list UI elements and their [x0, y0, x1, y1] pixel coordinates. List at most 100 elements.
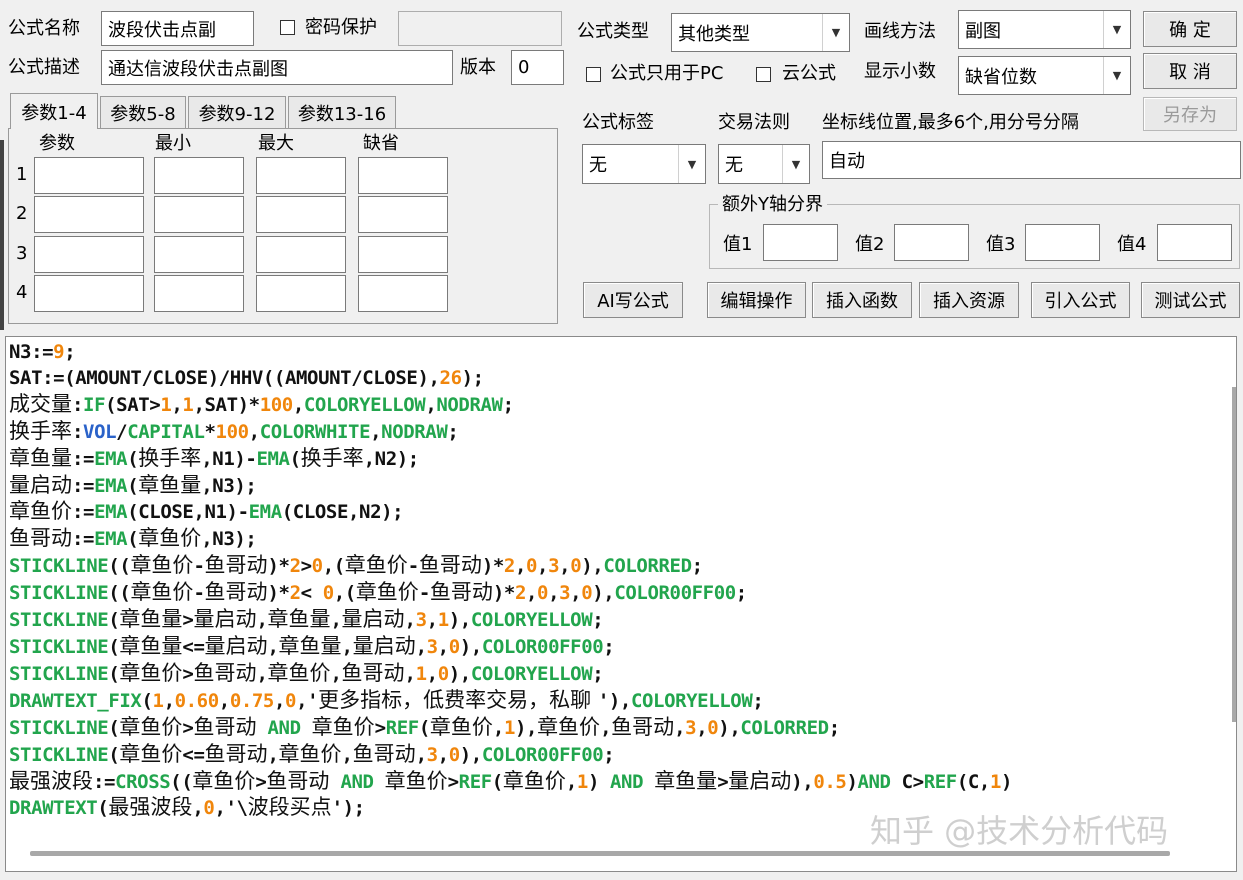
param-name-input[interactable]	[34, 236, 144, 273]
y-value-4-input[interactable]	[1157, 224, 1232, 261]
code-token: 波段买点	[247, 795, 332, 820]
cloud-label: 云公式	[782, 63, 836, 84]
code-token: 1	[152, 689, 164, 712]
code-token: 章鱼价	[502, 768, 566, 793]
code-token: 章鱼价	[130, 553, 194, 578]
password-input[interactable]	[398, 11, 562, 46]
code-token: 章鱼价	[311, 714, 375, 739]
code-token: ,	[514, 555, 526, 578]
vertical-scrollbar[interactable]	[1232, 387, 1236, 722]
code-token: 更多指标，低费率交易，私聊	[318, 687, 598, 712]
code-token: 0	[537, 582, 549, 605]
tab-params-1-4[interactable]: 参数1-4	[10, 93, 98, 129]
code-line: 章鱼价:=EMA(CLOSE,N1)-EMA(CLOSE,N2);	[9, 499, 1012, 526]
param-default-input[interactable]	[358, 236, 448, 273]
code-token: 2	[289, 582, 301, 605]
code-line: 量启动:=EMA(章鱼量,N3);	[9, 473, 1012, 500]
formula-type-select[interactable]: 其他类型 ▼	[671, 13, 850, 52]
insert-resource-button[interactable]: 插入资源	[919, 282, 1019, 318]
param-max-input[interactable]	[256, 236, 346, 273]
y-value-1-input[interactable]	[763, 224, 838, 261]
decimal-select[interactable]: 缺省位数 ▼	[958, 56, 1131, 95]
code-token: STICKLINE	[9, 743, 109, 766]
param-min-input[interactable]	[154, 236, 244, 273]
y-value-2-input[interactable]	[894, 224, 969, 261]
draw-method-label: 画线方法	[864, 21, 936, 42]
param-max-input[interactable]	[256, 275, 346, 312]
code-token: EMA	[94, 501, 128, 524]
code-token: ),	[718, 716, 741, 739]
code-token: :=	[72, 528, 95, 551]
rule-select[interactable]: 无 ▼	[718, 144, 810, 184]
code-token: 0	[707, 716, 719, 739]
code-token: 鱼哥动	[341, 660, 405, 685]
code-line: 鱼哥动:=EMA(章鱼价,N3);	[9, 526, 1012, 553]
tab-params-13-16[interactable]: 参数13-16	[288, 96, 396, 128]
code-token: ,	[370, 420, 382, 443]
code-token: ,(	[322, 555, 345, 578]
y-value-3-input[interactable]	[1025, 224, 1100, 261]
cloud-checkbox[interactable]	[756, 67, 771, 82]
test-formula-button[interactable]: 测试公式	[1141, 282, 1240, 318]
formula-name-input[interactable]: 波段伏击点副	[101, 11, 254, 46]
code-token: 鱼哥动	[9, 526, 72, 551]
version-input[interactable]: 0	[511, 50, 564, 85]
code-token: 成交量	[9, 391, 72, 416]
code-token: EMA	[94, 474, 128, 497]
param-name-input[interactable]	[34, 275, 144, 312]
code-token: ,	[415, 743, 427, 766]
formula-desc-input[interactable]: 通达信波段伏击点副图	[101, 50, 453, 85]
code-line: DRAWTEXT_FIX(1,0.60,0.75,0,'更多指标，低费率交易，私…	[9, 688, 1012, 715]
code-token: COLORYELLOW	[303, 393, 426, 416]
code-token: ,	[341, 743, 353, 766]
code-token: /	[116, 420, 128, 443]
code-token: ,N3);	[201, 528, 257, 551]
import-formula-button[interactable]: 引入公式	[1031, 282, 1130, 318]
code-token: :	[72, 420, 84, 443]
edit-operation-button[interactable]: 编辑操作	[707, 282, 806, 318]
code-line: SAT:=(AMOUNT/CLOSE)/HHV((AMOUNT/CLOSE),2…	[9, 366, 1012, 392]
code-token: 0	[203, 797, 215, 820]
draw-method-select[interactable]: 副图 ▼	[958, 10, 1131, 49]
tab-params-9-12[interactable]: 参数9-12	[188, 96, 286, 128]
code-token: -	[407, 555, 419, 578]
param-min-input[interactable]	[154, 275, 244, 312]
param-header-max: 最大	[258, 133, 294, 154]
param-name-input[interactable]	[34, 196, 144, 233]
param-row-number: 4	[16, 282, 28, 303]
code-token: (	[108, 743, 120, 766]
param-min-input[interactable]	[154, 196, 244, 233]
code-token: );	[461, 366, 484, 389]
code-token: 章鱼价	[9, 499, 72, 524]
password-checkbox[interactable]	[280, 20, 295, 35]
save-as-button[interactable]: 另存为	[1143, 97, 1237, 131]
code-editor[interactable]: N3:=9; SAT:=(AMOUNT/CLOSE)/HHV((AMOUNT/CL…	[5, 336, 1237, 872]
tag-select[interactable]: 无 ▼	[582, 144, 706, 184]
code-token: 最强波段	[108, 795, 193, 820]
param-default-input[interactable]	[358, 196, 448, 233]
param-min-input[interactable]	[154, 157, 244, 194]
pc-only-checkbox[interactable]	[586, 67, 601, 82]
coord-input[interactable]: 自动	[822, 141, 1241, 179]
code-token: ),	[592, 582, 615, 605]
param-name-input[interactable]	[34, 157, 144, 194]
code-token: ;	[592, 609, 604, 632]
code-token: ;	[603, 743, 615, 766]
param-max-input[interactable]	[256, 157, 346, 194]
insert-function-button[interactable]: 插入函数	[812, 282, 912, 318]
code-token: EMA	[94, 447, 128, 470]
cancel-button[interactable]: 取 消	[1143, 53, 1237, 89]
ok-button[interactable]: 确 定	[1143, 11, 1237, 47]
code-token: CROSS	[115, 770, 171, 793]
code-token: (CLOSE,N1)-	[127, 501, 249, 524]
param-max-input[interactable]	[256, 196, 346, 233]
code-token: 章鱼价	[537, 714, 601, 739]
code-token: COLORYELLOW	[470, 662, 593, 685]
ai-write-button[interactable]: AI写公式	[583, 282, 683, 318]
param-default-input[interactable]	[358, 275, 448, 312]
param-default-input[interactable]	[358, 157, 448, 194]
code-token: 量启动	[341, 607, 405, 632]
code-token: >	[182, 662, 194, 685]
code-text: N3:=9; SAT:=(AMOUNT/CLOSE)/HHV((AMOUNT/CL…	[9, 340, 1012, 822]
tab-params-5-8[interactable]: 参数5-8	[100, 96, 186, 128]
